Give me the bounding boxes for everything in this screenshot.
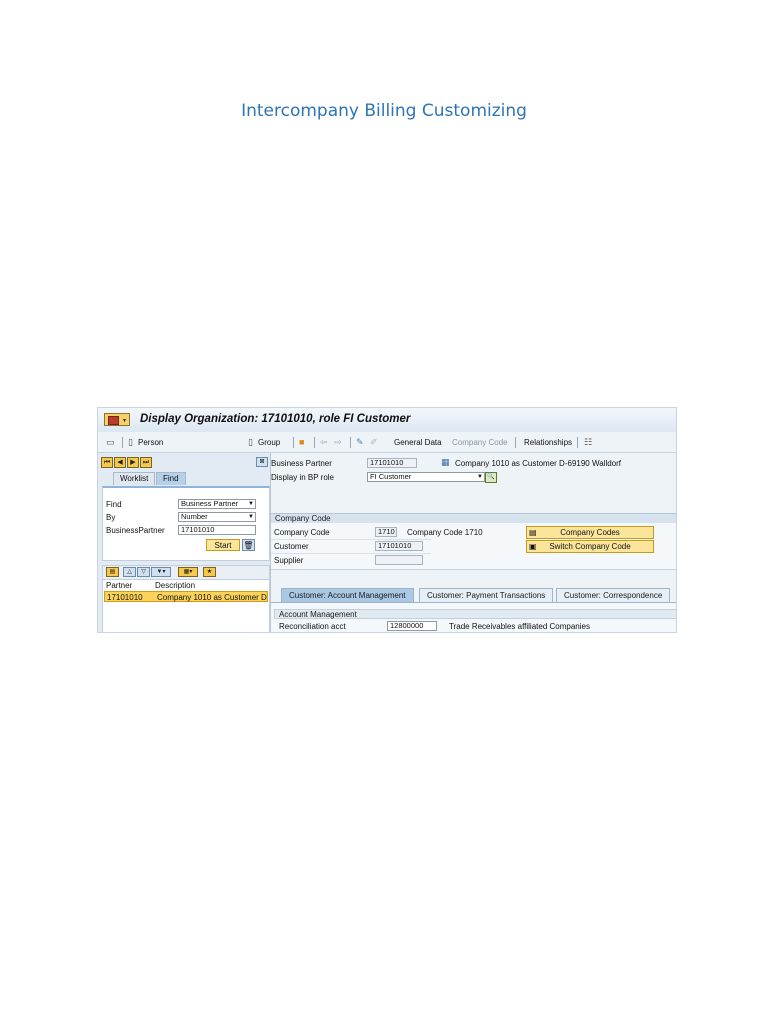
detail-pane: ⊠ Business Partner 17101010 ▦ Company 10… — [256, 453, 676, 632]
role-label: Display in BP role — [271, 473, 334, 482]
bp-label: Business Partner — [271, 459, 332, 468]
column-header-partner[interactable]: Partner — [106, 581, 132, 590]
company-code-field: 1710 — [375, 527, 397, 537]
layout-icon[interactable]: ▭ — [106, 437, 115, 448]
by-dropdown[interactable]: Number ▼ — [178, 512, 256, 522]
display-change-icon[interactable]: ✐ — [370, 437, 378, 448]
tab-content: Account Management Reconciliation acct 1… — [271, 602, 676, 632]
menu-button[interactable]: ▾ — [104, 413, 130, 426]
sort-icon[interactable]: △ — [123, 567, 136, 577]
start-button[interactable]: Start — [206, 539, 240, 551]
tab-find[interactable]: Find — [156, 472, 186, 485]
company-code-button[interactable]: Company Code — [452, 438, 508, 447]
window-title: Display Organization: 17101010, role FI … — [140, 413, 411, 425]
previous-page-icon[interactable]: ◀ — [114, 457, 126, 468]
application-toolbar: ▭ ▯ Person ▯ Group ■ ⇦ ⇨ ✎ ✐ General Dat… — [98, 432, 676, 453]
layout-icon[interactable]: ▦▾ — [178, 567, 198, 577]
sort-desc-icon[interactable]: ▽ — [137, 567, 150, 577]
separator — [293, 437, 294, 448]
separator — [350, 437, 351, 448]
tab-correspondence[interactable]: Customer: Correspondence — [556, 588, 671, 602]
person-button[interactable]: Person — [138, 438, 163, 447]
list-icon: ▤ — [529, 528, 537, 537]
customer-field: 17101010 — [375, 541, 423, 551]
chevron-down-icon: ▼ — [477, 474, 483, 480]
divider — [271, 539, 431, 540]
tab-payment-transactions[interactable]: Customer: Payment Transactions — [419, 588, 554, 602]
title-bar: ▾ Display Organization: 17101010, role F… — [98, 408, 676, 433]
last-page-icon[interactable]: ⏭ — [140, 457, 152, 468]
divider — [271, 553, 431, 554]
description-cell: Company 1010 as Customer D — [157, 593, 267, 602]
supplier-field — [375, 555, 423, 565]
find-dropdown[interactable]: Business Partner ▼ — [178, 499, 256, 509]
by-label: By — [106, 513, 116, 522]
bp-description: Company 1010 as Customer D-69190 Walldor… — [455, 459, 622, 468]
business-partner-input[interactable]: 17101010 — [178, 525, 256, 535]
organization-icon: ▦ — [441, 457, 450, 467]
search-icon[interactable]: 🔍 — [485, 472, 497, 483]
new-document-icon[interactable]: ▯ — [248, 437, 253, 448]
company-code-description: Company Code 1710 — [407, 528, 483, 537]
company-code-label: Company Code — [274, 528, 330, 537]
edit-icon[interactable]: ✎ — [356, 437, 364, 448]
folder-icon[interactable]: ■ — [299, 437, 304, 447]
first-page-icon[interactable]: ⏮ — [101, 457, 113, 468]
filter-icon[interactable]: ▼▾ — [151, 567, 171, 577]
account-management-header: Account Management — [274, 609, 676, 619]
table-row[interactable]: 17101010 Company 1010 as Customer D — [104, 591, 268, 602]
group-button[interactable]: Group — [258, 438, 280, 447]
tab-account-management[interactable]: Customer: Account Management — [281, 588, 414, 602]
next-page-icon[interactable]: ▶ — [127, 457, 139, 468]
arrow-right-icon[interactable]: ⇨ — [334, 437, 342, 448]
column-header-description[interactable]: Description — [155, 581, 195, 590]
reconciliation-field[interactable]: 12800000 — [387, 621, 437, 631]
locator-pane: ⏮ ◀ ▶ ⏭ Worklist Find Find Business Part… — [98, 453, 271, 632]
chevron-down-icon: ▼ — [248, 514, 254, 520]
general-data-button[interactable]: General Data — [394, 438, 442, 447]
result-toolbar: ▤ △ ▽ ▼▾ ▦▾ ★ — [103, 566, 269, 580]
hierarchy-icon[interactable]: ☷ — [584, 437, 592, 448]
company-code-section: Company Code 1710 Company Code 1710 Cust… — [271, 523, 676, 570]
switch-company-code-button[interactable]: ▣ Switch Company Code — [526, 540, 654, 553]
trash-icon[interactable]: 🗑 — [242, 539, 255, 551]
new-document-icon[interactable]: ▯ — [128, 437, 133, 448]
supplier-label: Supplier — [274, 556, 304, 565]
tab-worklist[interactable]: Worklist — [113, 472, 156, 485]
favorites-icon[interactable]: ★ — [203, 567, 216, 577]
company-code-section-header: Company Code — [271, 513, 676, 523]
menu-icon — [108, 416, 119, 425]
separator — [515, 437, 516, 448]
relationships-button[interactable]: Relationships — [524, 438, 572, 447]
reconciliation-description: Trade Receivables affiliated Companies — [449, 622, 590, 631]
business-partner-label: BusinessPartner — [106, 526, 165, 535]
sap-window: ▾ Display Organization: 17101010, role F… — [97, 407, 677, 633]
find-panel: Find Business Partner ▼ By Number ▼ Busine… — [102, 486, 270, 561]
separator — [122, 437, 123, 448]
separator — [314, 437, 315, 448]
separator — [577, 437, 578, 448]
role-dropdown[interactable]: FI Customer ▼ — [367, 472, 485, 482]
result-list: ▤ △ ▽ ▼▾ ▦▾ ★ Partner Description 171010… — [102, 565, 270, 632]
arrow-left-icon[interactable]: ⇦ — [320, 437, 328, 448]
switch-icon: ▣ — [529, 542, 537, 551]
find-label: Find — [106, 500, 122, 509]
reconciliation-label: Reconciliation acct — [279, 622, 346, 631]
collapse-icon[interactable]: ⊠ — [256, 457, 268, 467]
customer-label: Customer — [274, 542, 309, 551]
details-icon[interactable]: ▤ — [106, 567, 119, 577]
company-codes-button[interactable]: ▤ Company Codes — [526, 526, 654, 539]
chevron-down-icon: ▾ — [122, 418, 126, 424]
partner-cell: 17101010 — [107, 593, 143, 602]
chevron-down-icon: ▼ — [248, 501, 254, 507]
document-heading: Intercompany Billing Customizing — [241, 101, 527, 121]
bp-field: 17101010 — [367, 458, 417, 468]
